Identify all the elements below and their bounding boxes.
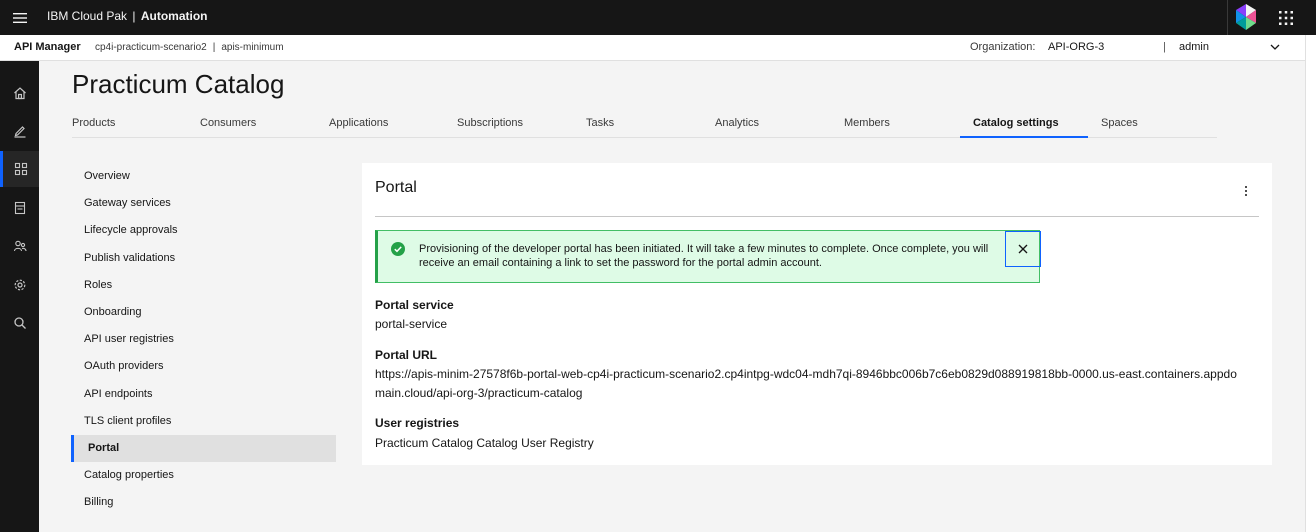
- nav-overview[interactable]: Overview: [71, 163, 336, 190]
- breadcrumb-namespace[interactable]: apis-minimum: [221, 42, 283, 53]
- user-registries-value: Practicum Catalog Catalog User Registry: [375, 436, 594, 450]
- brand-title[interactable]: IBM Cloud Pak | Automation: [47, 0, 208, 35]
- edit-icon[interactable]: [0, 113, 39, 149]
- breadcrumb: cp4i-practicum-scenario2 | apis-minimum: [95, 35, 284, 60]
- topbar-divider: [1227, 0, 1228, 35]
- nav-portal[interactable]: Portal: [71, 435, 336, 462]
- nav-oauth-providers[interactable]: OAuth providers: [71, 353, 336, 380]
- nav-roles[interactable]: Roles: [71, 272, 336, 299]
- nav-lifecycle-approvals[interactable]: Lifecycle approvals: [71, 217, 336, 244]
- tab-spaces[interactable]: Spaces: [1101, 111, 1217, 138]
- success-notification: Provisioning of the developer portal has…: [375, 230, 1041, 283]
- close-icon[interactable]: [1005, 231, 1041, 267]
- notification-message: Provisioning of the developer portal has…: [419, 243, 989, 269]
- catalog-icon[interactable]: [0, 190, 39, 226]
- page-title: Practicum Catalog: [72, 69, 285, 99]
- sub-header: API Manager cp4i-practicum-scenario2 | api…: [0, 35, 1305, 61]
- nav-publish-validations[interactable]: Publish validations: [71, 245, 336, 272]
- app-switcher-icon[interactable]: [1268, 0, 1304, 35]
- tab-subscriptions[interactable]: Subscriptions: [457, 111, 586, 138]
- nav-onboarding[interactable]: Onboarding: [71, 299, 336, 326]
- tab-consumers[interactable]: Consumers: [200, 111, 329, 138]
- members-icon[interactable]: [0, 228, 39, 264]
- tab-products[interactable]: Products: [72, 111, 200, 138]
- chevron-down-icon[interactable]: [1269, 41, 1281, 53]
- user-registries-label: User registries: [375, 416, 460, 430]
- brand-product: Automation: [140, 9, 208, 23]
- user-menu[interactable]: admin: [1179, 35, 1209, 60]
- page-scrollbar[interactable]: [1305, 35, 1316, 532]
- portal-service-value: portal-service: [375, 317, 448, 331]
- brand-separator: |: [132, 9, 136, 23]
- dashboard-icon[interactable]: [0, 151, 39, 187]
- tab-bar: Products Consumers Applications Subscrip…: [72, 111, 1217, 138]
- tab-applications[interactable]: Applications: [329, 111, 457, 138]
- organization-label: Organization:: [970, 41, 1036, 53]
- breadcrumb-instance[interactable]: cp4i-practicum-scenario2: [95, 42, 207, 53]
- nav-billing[interactable]: Billing: [71, 489, 336, 516]
- home-icon[interactable]: [0, 75, 39, 111]
- user-separator: |: [1163, 41, 1166, 53]
- portal-url-value[interactable]: https://apis-minim-27578f6b-portal-web-c…: [375, 365, 1245, 403]
- nav-api-endpoints[interactable]: API endpoints: [71, 381, 336, 408]
- nav-api-user-registries[interactable]: API user registries: [71, 326, 336, 353]
- top-bar: IBM Cloud Pak | Automation: [0, 0, 1316, 35]
- nav-tls-client-profiles[interactable]: TLS client profiles: [71, 408, 336, 435]
- panel-divider: [375, 216, 1259, 217]
- panel-title: Portal: [375, 179, 417, 196]
- settings-icon[interactable]: [0, 267, 39, 303]
- tab-tasks[interactable]: Tasks: [586, 111, 715, 138]
- portal-panel: Portal Provisioning of the developer por…: [362, 163, 1272, 465]
- brand-prefix: IBM Cloud Pak: [47, 9, 128, 23]
- app-name[interactable]: API Manager: [14, 35, 81, 60]
- nav-catalog-properties[interactable]: Catalog properties: [71, 462, 336, 489]
- tab-members[interactable]: Members: [844, 111, 973, 138]
- hamburger-menu-icon[interactable]: [0, 0, 40, 35]
- tab-analytics[interactable]: Analytics: [715, 111, 844, 138]
- tab-catalog-settings[interactable]: Catalog settings: [960, 111, 1088, 138]
- nav-gateway-services[interactable]: Gateway services: [71, 190, 336, 217]
- breadcrumb-separator: |: [212, 42, 216, 53]
- checkmark-filled-icon: [391, 242, 405, 256]
- left-rail: [0, 61, 39, 532]
- search-icon[interactable]: [0, 305, 39, 341]
- overflow-menu-icon[interactable]: [1240, 183, 1252, 199]
- cloud-pak-logo[interactable]: [1232, 2, 1260, 32]
- organization-selector[interactable]: API-ORG-3: [1048, 35, 1104, 60]
- portal-service-label: Portal service: [375, 298, 454, 312]
- portal-url-label: Portal URL: [375, 348, 438, 362]
